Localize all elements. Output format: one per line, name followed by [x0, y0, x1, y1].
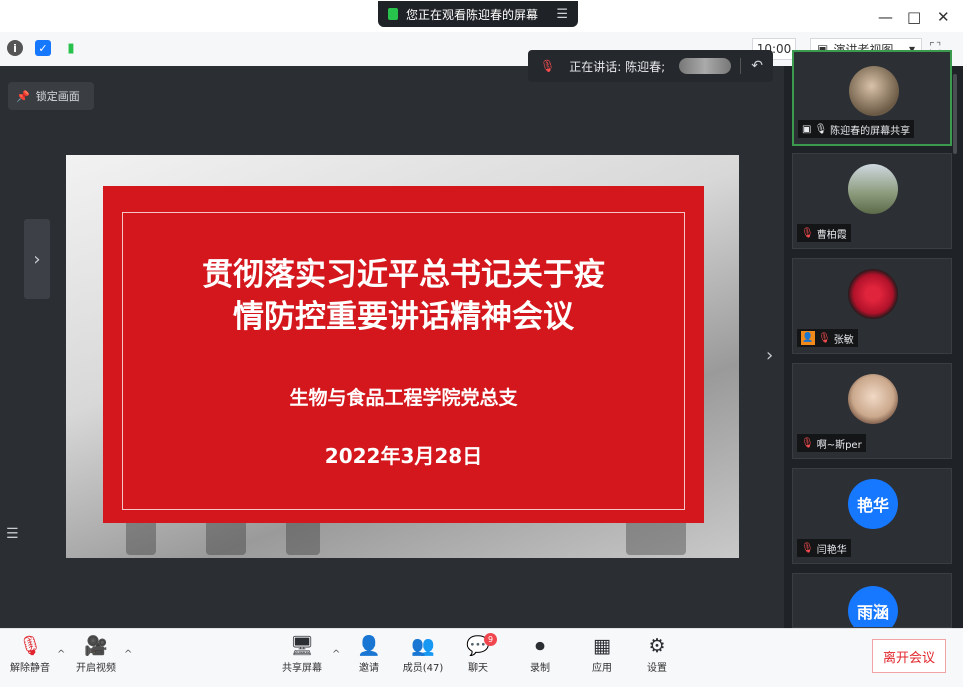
share-screen-button[interactable]: 🖥 共享屏幕	[274, 633, 330, 674]
participant-card[interactable]: 🎙 曹柏霞	[792, 153, 952, 249]
avatar	[848, 269, 898, 319]
participant-name: 啊~斯per	[816, 439, 862, 451]
avatar	[848, 164, 898, 214]
chevron-up-icon[interactable]: ^	[124, 649, 132, 660]
add-user-icon: 👤	[357, 635, 381, 657]
invite-label: 邀请	[359, 663, 379, 674]
chevron-up-icon[interactable]: ^	[332, 649, 340, 660]
screen-share-icon	[388, 8, 398, 20]
participant-name-bar: ▣ 🎙 陈迎春的屏幕共享	[798, 120, 915, 138]
collapse-icon[interactable]: ↶	[740, 58, 763, 74]
maximize-button[interactable]: □	[907, 8, 921, 26]
settings-label: 设置	[647, 663, 667, 674]
video-button[interactable]: 🎥 开启视频	[68, 633, 124, 674]
apps-label: 应用	[592, 663, 612, 674]
members-icon: 👥	[411, 635, 435, 657]
participant-name: 张敏	[833, 334, 854, 346]
mic-muted-icon: 🎙	[818, 332, 831, 344]
mic-muted-icon: 🎙	[801, 542, 814, 554]
slide-date: 2022年3月28日	[324, 444, 483, 468]
share-screen-icon: 🖥	[289, 635, 315, 657]
lock-view-button[interactable]: 📌 锁定画面	[8, 82, 94, 110]
video-label: 开启视频	[76, 663, 116, 674]
participant-name-bar: 👤 🎙 张敏	[797, 329, 858, 347]
unmute-label: 解除静音	[10, 663, 50, 674]
chat-icon: 💬	[466, 635, 490, 657]
participant-card[interactable]: 🎙 啊~斯per	[792, 363, 952, 459]
mic-icon: 🎙	[814, 123, 828, 135]
screen-share-icon: ▣	[802, 123, 812, 135]
participant-card[interactable]: 👤 🎙 张敏	[792, 258, 952, 354]
leave-meeting-button[interactable]: 离开会议	[872, 639, 946, 673]
share-label: 共享屏幕	[282, 663, 322, 674]
record-label: 录制	[530, 663, 550, 674]
slide-title-line2: 情防控重要讲话精神会议	[233, 299, 574, 335]
chevron-down-icon[interactable]: ⌄	[862, 595, 892, 619]
list-icon[interactable]: ☰	[6, 526, 19, 542]
participant-card[interactable]: ▣ 🎙 陈迎春的屏幕共享	[792, 50, 952, 146]
speaker-avatars-blurred	[679, 58, 732, 74]
expand-left-panel-button[interactable]: ›	[24, 219, 50, 299]
settings-button[interactable]: ⚙ 设置	[629, 633, 685, 674]
signal-icon[interactable]: ▮	[63, 40, 79, 56]
gear-icon: ⚙	[648, 635, 666, 657]
share-notice-pill[interactable]: 您正在观看陈迎春的屏幕 ☰	[378, 1, 578, 27]
chat-button[interactable]: 💬 9 聊天	[450, 633, 506, 674]
participant-name-bar: 🎙 啊~斯per	[797, 434, 866, 452]
avatar	[848, 374, 898, 424]
minimize-button[interactable]: —	[878, 8, 893, 26]
share-notice-text: 您正在观看陈迎春的屏幕	[406, 7, 539, 22]
title-bar: 您正在观看陈迎春的屏幕 ☰ — □ ✕	[0, 0, 963, 32]
avatar: 艳华	[848, 479, 898, 529]
pin-icon: 📌	[16, 89, 30, 103]
panel-scrollbar[interactable]	[953, 74, 957, 154]
members-label: 成员(47)	[402, 663, 444, 674]
participant-name: 曹柏霞	[816, 229, 847, 241]
expand-right-panel-icon[interactable]: ›	[766, 345, 773, 366]
slide-organization: 生物与食品工程学院党总支	[289, 387, 518, 409]
participant-card[interactable]: 艳华 🎙 闫艳华	[792, 468, 952, 564]
chat-unread-badge: 9	[484, 633, 497, 646]
slide-title-line1: 贯彻落实习近平总书记关于疫	[202, 257, 605, 293]
participant-name-bar: 🎙 曹柏霞	[797, 224, 851, 242]
host-icon: 👤	[801, 331, 815, 345]
shield-icon[interactable]: ✓	[35, 40, 51, 56]
participant-name: 陈迎春的屏幕共享	[830, 125, 911, 137]
mic-muted-icon: 🎙	[17, 635, 43, 657]
apps-icon: ▦	[593, 635, 611, 657]
lock-view-label: 锁定画面	[35, 90, 80, 103]
menu-icon[interactable]: ☰	[556, 7, 568, 22]
unmute-button[interactable]: 🎙 解除静音	[2, 633, 58, 674]
camera-off-icon: 🎥	[84, 635, 108, 657]
slide-title: 贯彻落实习近平总书记关于疫 情防控重要讲话精神会议	[122, 254, 685, 338]
chat-label: 聊天	[468, 663, 488, 674]
record-button[interactable]: ⏺ 录制	[512, 633, 568, 674]
participant-name-bar: 🎙 闫艳华	[797, 539, 851, 557]
bottom-toolbar: 🎙 解除静音 ^ 🎥 开启视频 ^ 🖥 共享屏幕 ^ 👤 邀请 👥 成员(47)…	[0, 628, 963, 687]
mic-muted-icon: 🎙	[801, 227, 814, 239]
mic-muted-icon: 🎙	[801, 437, 814, 449]
close-button[interactable]: ✕	[937, 8, 950, 26]
chevron-up-icon[interactable]: ^	[57, 649, 65, 660]
speaking-label: 正在讲话: 陈迎春;	[569, 59, 666, 74]
info-icon[interactable]: i	[7, 40, 23, 56]
participant-name: 闫艳华	[816, 544, 847, 556]
invite-button[interactable]: 👤 邀请	[341, 633, 397, 674]
mic-icon: 🎙	[540, 59, 556, 73]
apps-button[interactable]: ▦ 应用	[574, 633, 630, 674]
speaking-indicator: 🎙 正在讲话: 陈迎春; ↶	[528, 50, 773, 82]
members-button[interactable]: 👥 成员(47)	[395, 633, 451, 674]
record-icon: ⏺	[535, 635, 545, 657]
avatar	[849, 66, 899, 116]
